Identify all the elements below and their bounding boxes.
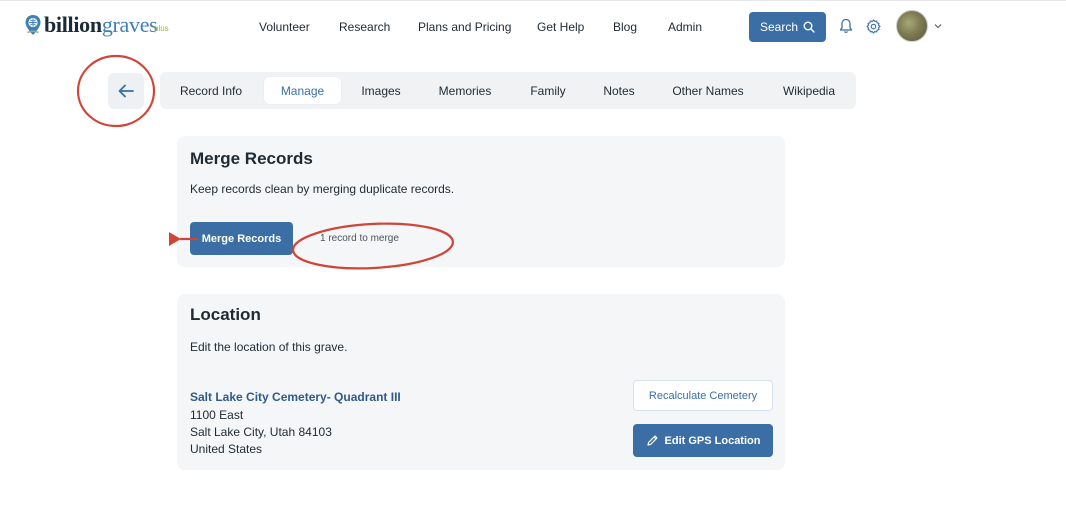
edit-gps-location-button[interactable]: Edit GPS Location (633, 424, 773, 457)
tab-manage[interactable]: Manage (264, 77, 341, 104)
merge-records-button[interactable]: Merge Records (190, 222, 293, 255)
notifications-button[interactable] (837, 16, 855, 36)
logo-wordmark: billiongraves (44, 12, 158, 38)
arrow-left-icon (118, 84, 134, 98)
tab-family[interactable]: Family (520, 77, 576, 104)
bell-icon (839, 18, 853, 34)
logo-text-accent: graves (101, 12, 158, 37)
location-title: Location (190, 305, 261, 324)
record-tabs: Record Info Manage Images Memories Famil… (160, 72, 856, 109)
nav-volunteer[interactable]: Volunteer (259, 20, 310, 34)
merge-count-text: 1 record to merge (320, 233, 399, 244)
cemetery-name-link[interactable]: Salt Lake City Cemetery- Quadrant III (190, 390, 401, 404)
address-line-2: Salt Lake City, Utah 84103 (190, 425, 332, 439)
address-line-3: United States (190, 442, 263, 456)
user-avatar[interactable] (896, 10, 928, 42)
tab-record-info[interactable]: Record Info (167, 77, 255, 104)
gear-icon (865, 18, 881, 34)
tab-images[interactable]: Images (350, 77, 412, 104)
site-logo[interactable]: billiongraves (24, 12, 158, 38)
tab-wikipedia[interactable]: Wikipedia (768, 77, 850, 104)
settings-button[interactable] (864, 16, 882, 36)
location-pin-globe-icon (25, 15, 41, 35)
tab-other-names[interactable]: Other Names (660, 77, 756, 104)
chevron-down-icon[interactable] (932, 20, 944, 32)
search-icon (803, 21, 815, 33)
tab-notes[interactable]: Notes (592, 77, 646, 104)
merge-records-card: Merge Records Keep records clean by merg… (177, 136, 785, 267)
location-card: Location Edit the location of this grave… (177, 294, 785, 470)
recalculate-cemetery-button[interactable]: Recalculate Cemetery (633, 380, 773, 411)
edit-gps-location-label: Edit GPS Location (664, 434, 761, 447)
back-button[interactable] (108, 73, 144, 109)
address-line-1: 1100 East (190, 408, 244, 422)
tab-memories[interactable]: Memories (428, 77, 502, 104)
logo-text-main: billion (44, 12, 102, 37)
search-button[interactable]: Search (749, 12, 826, 42)
nav-plans-and-pricing[interactable]: Plans and Pricing (418, 20, 511, 34)
merge-records-title: Merge Records (190, 149, 313, 168)
site-header: billiongraves plus Volunteer Research Pl… (0, 0, 1066, 56)
search-button-label: Search (759, 20, 799, 34)
nav-admin[interactable]: Admin (668, 20, 702, 34)
merge-records-description: Keep records clean by merging duplicate … (190, 182, 455, 196)
nav-blog[interactable]: Blog (613, 20, 637, 34)
pencil-icon (646, 435, 658, 446)
nav-get-help[interactable]: Get Help (537, 20, 584, 34)
nav-research[interactable]: Research (339, 20, 390, 34)
logo-plus-label: plus (154, 24, 169, 33)
location-description: Edit the location of this grave. (190, 340, 348, 354)
